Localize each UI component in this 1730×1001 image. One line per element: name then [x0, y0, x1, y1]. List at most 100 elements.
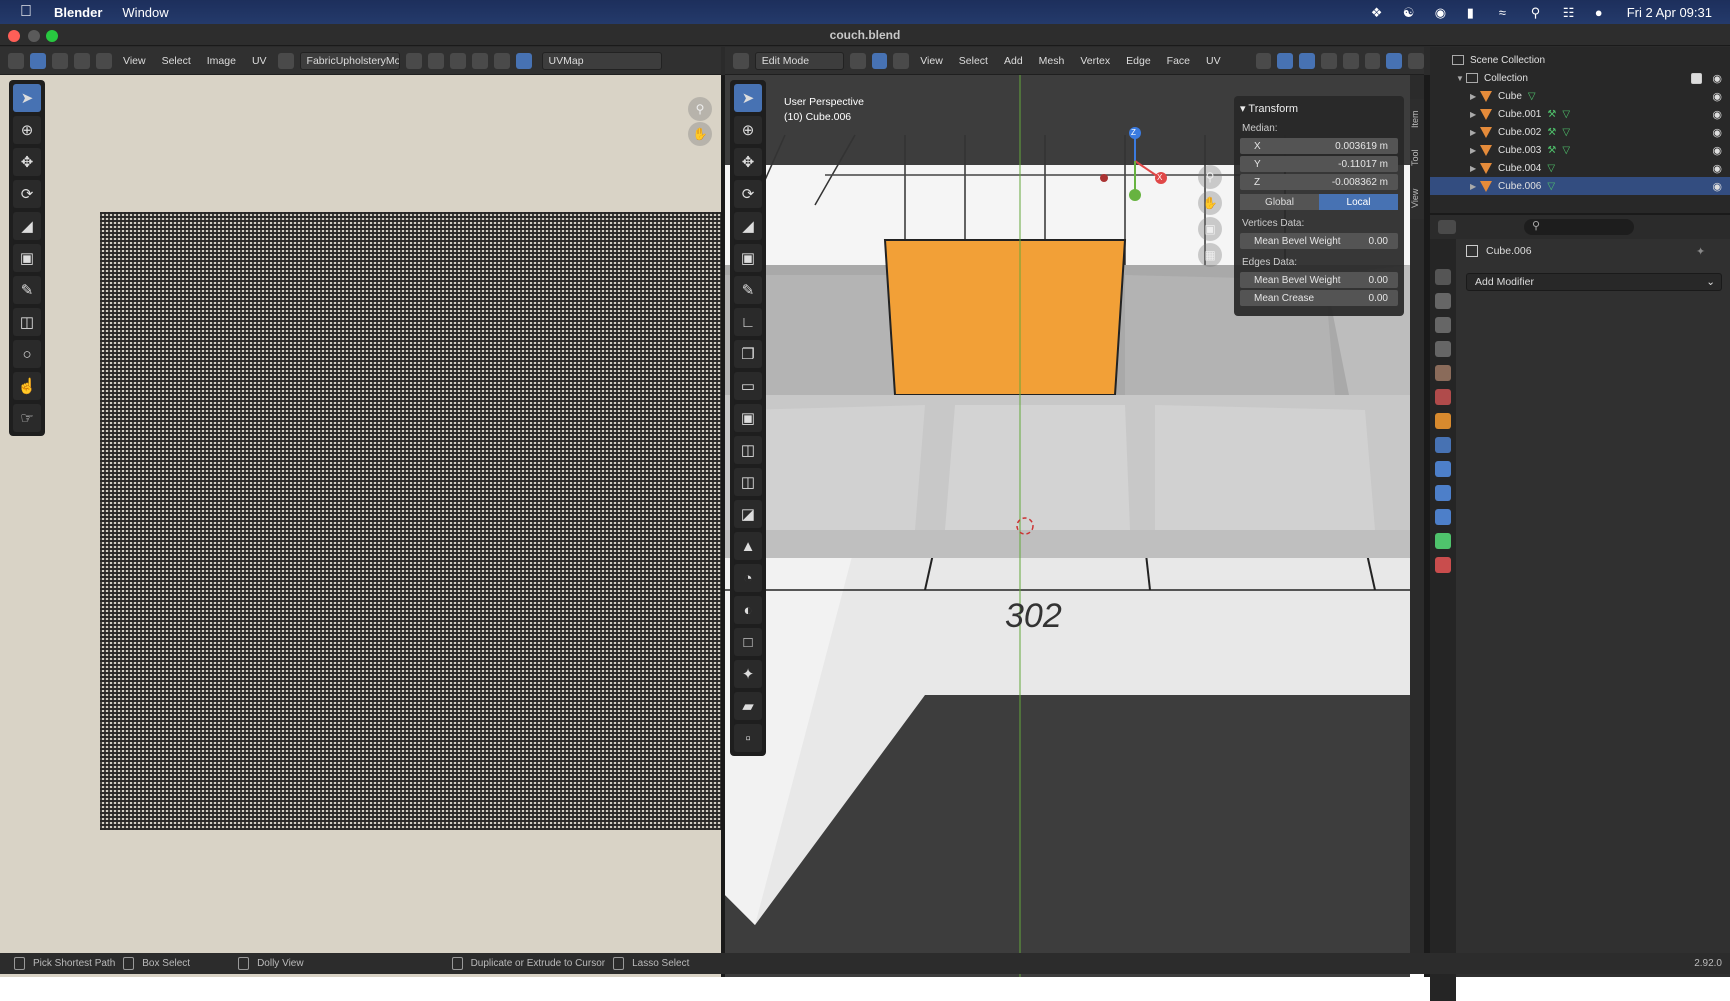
expand-icon[interactable]: ▶ [1470, 92, 1480, 101]
clock[interactable]: Fri 2 Apr 09:31 [1627, 5, 1712, 20]
scene-tab-icon[interactable] [1435, 365, 1451, 381]
expand-icon[interactable]: ▶ [1470, 182, 1480, 191]
visibility-eye-icon[interactable]: ◉ [1712, 90, 1722, 103]
mesh-data-icon[interactable]: ▽ [1562, 127, 1570, 138]
uv-sync-vertex-icon[interactable] [30, 52, 46, 69]
uv-sync-face-icon[interactable] [74, 52, 90, 69]
outliner-object-cube[interactable]: ▶ Cube ▽ ◉ [1430, 87, 1730, 105]
tab-tool[interactable]: Tool [1410, 150, 1424, 167]
outliner-object-cube002[interactable]: ▶ Cube.002 ⚒ ▽ ◉ [1430, 123, 1730, 141]
tab-item[interactable]: Item [1410, 110, 1424, 128]
image-name-field[interactable]: FabricUpholsteryMo... [299, 51, 400, 70]
apple-icon[interactable]:  [20, 4, 40, 20]
shear-tool-icon[interactable]: ▰ [734, 692, 762, 720]
material-shading-icon[interactable] [1386, 52, 1403, 69]
visibility-eye-icon[interactable]: ◉ [1712, 180, 1722, 193]
tab-view[interactable]: View [1410, 189, 1424, 208]
rendered-shading-icon[interactable] [1408, 52, 1424, 69]
expand-icon[interactable]: ▶ [1470, 146, 1480, 155]
inset-tool-icon[interactable]: ▣ [734, 404, 762, 432]
add-modifier-dropdown[interactable]: Add Modifier ⌄ [1466, 273, 1722, 291]
ortho-grid-icon[interactable]: ▦ [1198, 243, 1222, 267]
vp-measure-tool-icon[interactable]: ∟ [734, 308, 762, 336]
knife-tool-icon[interactable]: ◪ [734, 500, 762, 528]
relax-tool-icon[interactable]: ☝ [13, 372, 41, 400]
bevel-tool-icon[interactable]: ◫ [734, 436, 762, 464]
tool-tab-icon[interactable] [1435, 269, 1451, 285]
transform-title[interactable]: Transform [1248, 103, 1298, 115]
mesh-data-icon[interactable]: ▽ [1547, 163, 1555, 174]
wifi-icon[interactable]: ≈ [1499, 5, 1515, 20]
image-browse-icon[interactable] [277, 52, 294, 69]
vp-menu-view[interactable]: View [915, 55, 948, 67]
editor-type-icon[interactable] [8, 52, 24, 69]
expand-icon[interactable]: ▶ [1470, 110, 1480, 119]
vp-menu-uv[interactable]: UV [1201, 55, 1226, 67]
pin-icon[interactable] [493, 52, 510, 69]
outliner-object-cube003[interactable]: ▶ Cube.003 ⚒ ▽ ◉ [1430, 141, 1730, 159]
vertex-select-icon[interactable] [849, 52, 866, 69]
menu-window[interactable]: Window [122, 5, 168, 20]
properties-editor-type-icon[interactable] [1438, 220, 1456, 234]
modifier-wrench-icon[interactable]: ⚒ [1547, 127, 1556, 138]
vp-scale-tool-icon[interactable]: ◢ [734, 212, 762, 240]
record-icon[interactable]: ◉ [1435, 5, 1451, 20]
vp-menu-face[interactable]: Face [1162, 55, 1195, 67]
dropbox-icon[interactable]: ❖ [1371, 5, 1387, 20]
vp-cursor-tool-icon[interactable]: ⊕ [734, 116, 762, 144]
modifier-wrench-icon[interactable]: ⚒ [1547, 109, 1556, 120]
overlay-icon[interactable] [515, 52, 532, 69]
vp-rotate-tool-icon[interactable]: ⟳ [734, 180, 762, 208]
pinch-tool-icon[interactable]: ☞ [13, 404, 41, 432]
visibility-eye-icon[interactable]: ◉ [1712, 144, 1722, 157]
pan-hand-icon[interactable]: ✋ [688, 122, 712, 146]
collection-eye-icon[interactable]: ◉ [1712, 72, 1722, 85]
median-y-field[interactable]: Y -0.11017 m [1240, 156, 1398, 172]
mesh-data-icon[interactable]: ▽ [1528, 91, 1536, 102]
camera-view-icon[interactable]: ▣ [1198, 217, 1222, 241]
spin-tool-icon[interactable]: ◔ [734, 564, 762, 592]
battery-icon[interactable]: ▮ [1467, 5, 1483, 20]
particles-tab-icon[interactable] [1435, 461, 1451, 477]
mesh-data-icon[interactable]: ▽ [1562, 145, 1570, 156]
gizmo-x-label[interactable]: X [1157, 173, 1162, 182]
median-x-field[interactable]: X 0.003619 m [1240, 138, 1398, 154]
outliner-object-cube006[interactable]: ▶ Cube.006 ▽ ◉ [1430, 177, 1730, 195]
uv-menu-select[interactable]: Select [157, 55, 196, 67]
visibility-eye-icon[interactable]: ◉ [1712, 126, 1722, 139]
object-tab-icon[interactable] [1435, 413, 1451, 429]
xray-icon[interactable] [1321, 52, 1337, 69]
gizmo-z-label[interactable]: Z [1131, 128, 1136, 137]
pivot-icon[interactable] [96, 52, 112, 69]
loop-cut-tool-icon[interactable]: ◫ [734, 468, 762, 496]
mean-crease-field[interactable]: Mean Crease 0.00 [1240, 290, 1398, 306]
unlink-image-icon[interactable] [471, 52, 488, 69]
uv-sync-edge-icon[interactable] [52, 52, 68, 69]
visibility-eye-icon[interactable]: ◉ [1712, 162, 1722, 175]
uv-editor-canvas[interactable]: ➤ ⊕ ✥ ⟳ ◢ ▣ ✎ ◫ ○ ☝ ☞ ⚲ ✋ [0, 75, 721, 977]
expand-icon[interactable]: ▶ [1470, 164, 1480, 173]
uv-menu-view[interactable]: View [118, 55, 151, 67]
face-select-icon[interactable] [893, 52, 910, 69]
data-tab-icon[interactable] [1435, 533, 1451, 549]
vp-menu-add[interactable]: Add [999, 55, 1028, 67]
mode-dropdown[interactable]: Edit Mode [754, 51, 844, 70]
outliner-scene-collection[interactable]: Scene Collection [1430, 51, 1730, 69]
poly-build-tool-icon[interactable]: ▲ [734, 532, 762, 560]
extrude-tool-icon[interactable]: ▭ [734, 372, 762, 400]
vp-select-tool-icon[interactable]: ➤ [734, 84, 762, 112]
edge-bevel-weight-field[interactable]: Mean Bevel Weight 0.00 [1240, 272, 1398, 288]
solid-shading-icon[interactable] [1364, 52, 1381, 69]
modifier-wrench-icon[interactable]: ⚒ [1547, 145, 1556, 156]
visibility-eye-icon[interactable]: ◉ [1712, 108, 1722, 121]
outliner-object-cube004[interactable]: ▶ Cube.004 ▽ ◉ [1430, 159, 1730, 177]
new-image-icon[interactable] [427, 52, 444, 69]
mesh-data-icon[interactable]: ▽ [1562, 109, 1570, 120]
shrink-fatten-tool-icon[interactable]: ✦ [734, 660, 762, 688]
rip-region-tool-icon[interactable]: ▫ [734, 724, 762, 752]
wireframe-shading-icon[interactable] [1342, 52, 1359, 69]
rotate-tool-icon[interactable]: ⟳ [13, 180, 41, 208]
uv-menu-image[interactable]: Image [202, 55, 241, 67]
snap-icon[interactable] [1277, 52, 1294, 69]
local-button[interactable]: Local [1319, 194, 1398, 210]
